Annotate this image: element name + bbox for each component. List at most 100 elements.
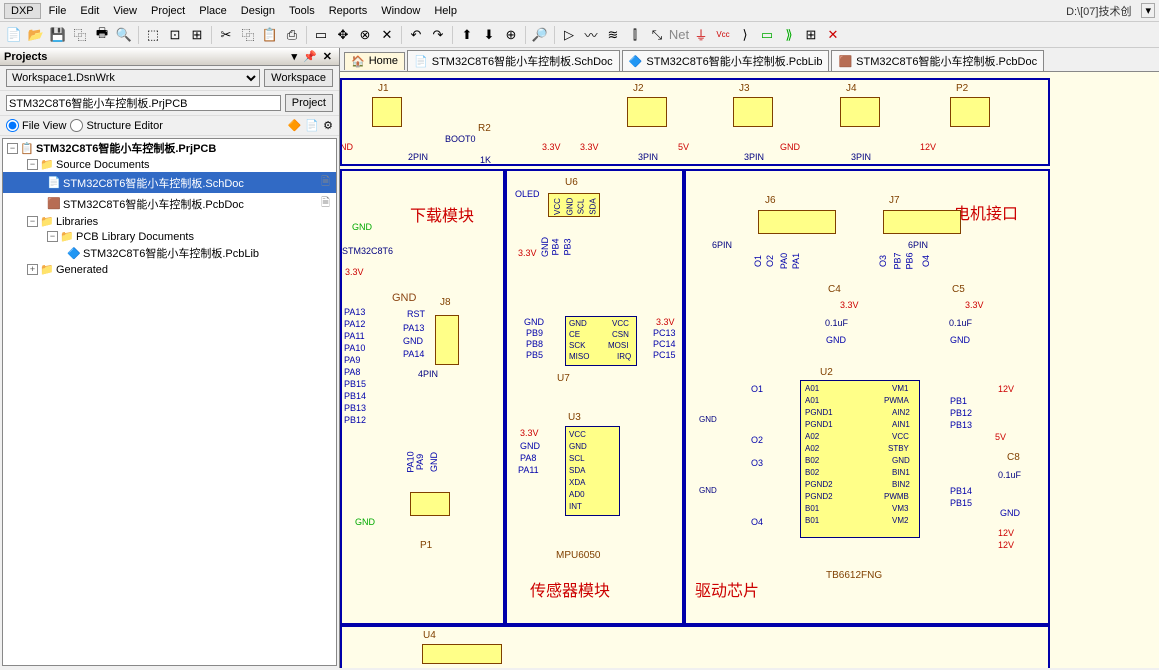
place-part-icon[interactable]: ▷ [559,25,579,45]
schematic-canvas[interactable]: J1 2PIN ND BOOT0 R2 1K 3.3V J2 3PIN 3.3V… [340,72,1159,668]
preview-icon[interactable]: 🔍 [114,25,134,45]
menu-window[interactable]: Window [375,3,426,19]
paste-icon[interactable]: 📋 [260,25,280,45]
structure-radio[interactable]: Structure Editor [70,119,162,132]
move-icon[interactable]: ✥ [333,25,353,45]
redo-icon[interactable]: ↷ [428,25,448,45]
dxp-menu[interactable]: DXP [4,3,41,19]
ref-c5: C5 [952,284,965,295]
tree-libraries[interactable]: −📁Libraries [3,214,336,229]
tab-pcbdoc[interactable]: 🟫STM32C8T6智能小车控制板.PcbDoc [831,50,1044,71]
hier-down-icon[interactable]: ⬇ [479,25,499,45]
section-top [340,78,1050,166]
menu-edit[interactable]: Edit [74,3,105,19]
workspace-select[interactable]: Workspace1.DsnWrk [6,69,260,87]
net-pb13-r: PB13 [950,420,972,430]
tree-pcblib[interactable]: 🔷STM32C8T6智能小车控制板.PcbLib [3,244,336,262]
label-12v-u2b: 12V [998,528,1014,538]
comp-j6[interactable] [758,210,836,234]
comp-j8[interactable] [435,315,459,365]
net-pa13: PA13 [344,307,365,317]
deselect-icon[interactable]: ⊗ [355,25,375,45]
tree-source-docs[interactable]: −📁Source Documents [3,157,336,172]
place-busentry-icon[interactable]: ⤡ [647,25,667,45]
project-button[interactable]: Project [285,94,333,112]
label-3v3-c4: 3.3V [840,300,859,310]
undo-icon[interactable]: ↶ [406,25,426,45]
projects-panel-header[interactable]: Projects ▾ 📌 ✕ [0,48,339,66]
tab-schdoc[interactable]: 📄STM32C8T6智能小车控制板.SchDoc [407,50,620,71]
panel-pin-icon[interactable]: 📌 [300,50,320,63]
comp-j7[interactable] [883,210,961,234]
panel-options-icon[interactable]: ⚙ [323,119,333,132]
path-dropdown[interactable]: ▾ [1141,3,1155,18]
stamp-icon[interactable]: ⎙ [282,25,302,45]
open-icon[interactable]: 📂 [26,25,46,45]
cross-probe-icon[interactable]: ⊕ [501,25,521,45]
place-harness-icon[interactable]: ⫿ [625,25,645,45]
menu-place[interactable]: Place [193,3,233,19]
save-all-icon[interactable]: ⿻ [70,25,90,45]
panel-compile-icon[interactable]: 🔶 [288,119,302,132]
panel-doc-icon[interactable]: 📄 [305,119,319,132]
zoom-area-icon[interactable]: ⬚ [143,25,163,45]
save-icon[interactable]: 💾 [48,25,68,45]
place-noerr-icon[interactable]: ✕ [823,25,843,45]
net-pb13: PB13 [344,403,366,413]
net-pa11: PA11 [344,331,365,341]
tree-generated[interactable]: +📁Generated [3,262,336,277]
tree-pcblib-folder[interactable]: −📁PCB Library Documents [3,229,336,244]
place-sheet-icon[interactable]: ▭ [757,25,777,45]
copy-icon[interactable]: ⿻ [238,25,258,45]
cut-icon[interactable]: ✂ [216,25,236,45]
comp-p1[interactable] [410,492,450,516]
place-entry-icon[interactable]: ⟫ [779,25,799,45]
u2-r2: AIN2 [892,408,910,417]
tree-project-root[interactable]: −📋STM32C8T6智能小车控制板.PrjPCB [3,139,336,157]
place-device-icon[interactable]: ⊞ [801,25,821,45]
workspace-button[interactable]: Workspace [264,69,333,87]
label-gnd-j8: GND [403,336,423,346]
print-icon[interactable]: 🖶 [92,25,112,45]
net-pa8: PA8 [344,367,360,377]
tree-pcbdoc[interactable]: 🟫STM32C8T6智能小车控制板.PcbDoc🗎 [3,193,336,214]
new-icon[interactable]: 📄 [4,25,24,45]
net-pb14-r: PB14 [950,486,972,496]
fileview-radio[interactable]: File View [6,119,66,132]
select-rect-icon[interactable]: ▭ [311,25,331,45]
zoom-sel-icon[interactable]: ⊞ [187,25,207,45]
tree-schdoc[interactable]: 📄STM32C8T6智能小车控制板.SchDoc🗎 [3,172,336,193]
label-c5val: 0.1uF [949,318,972,328]
place-port-icon[interactable]: ⟩ [735,25,755,45]
place-wire-icon[interactable]: 〰 [581,25,601,45]
menu-view[interactable]: View [107,3,143,19]
tab-home[interactable]: 🏠Home [344,52,405,70]
tab-pcblib[interactable]: 🔷STM32C8T6智能小车控制板.PcbLib [622,50,830,71]
project-input[interactable] [6,95,281,111]
browse-icon[interactable]: 🔎 [530,25,550,45]
menu-help[interactable]: Help [428,3,463,19]
menu-design[interactable]: Design [235,3,281,19]
zoom-fit-icon[interactable]: ⊡ [165,25,185,45]
place-vcc-icon[interactable]: Vcc [713,25,733,45]
menu-project[interactable]: Project [145,3,191,19]
menu-file[interactable]: File [43,3,73,19]
project-tree[interactable]: −📋STM32C8T6智能小车控制板.PrjPCB −📁Source Docum… [2,138,337,666]
menu-reports[interactable]: Reports [323,3,374,19]
menu-tools[interactable]: Tools [283,3,321,19]
u7-l0: GND [569,319,587,328]
delete-icon[interactable]: ✕ [377,25,397,45]
u2-r10: VM3 [892,504,908,513]
label-4pin: 4PIN [418,369,438,379]
u2-l10: B01 [805,504,819,513]
comp-u4[interactable] [422,644,502,664]
label-gnd-c5: GND [950,335,970,345]
hier-up-icon[interactable]: ⬆ [457,25,477,45]
place-bus-icon[interactable]: ≋ [603,25,623,45]
place-power-icon[interactable]: ⏚ [691,25,711,45]
u6-pin-gnd: GND [565,198,574,216]
panel-close-icon[interactable]: ✕ [320,50,335,63]
ref-u2: U2 [820,367,833,378]
panel-dropdown-icon[interactable]: ▾ [289,50,301,63]
place-netlabel-icon[interactable]: Net [669,25,689,45]
